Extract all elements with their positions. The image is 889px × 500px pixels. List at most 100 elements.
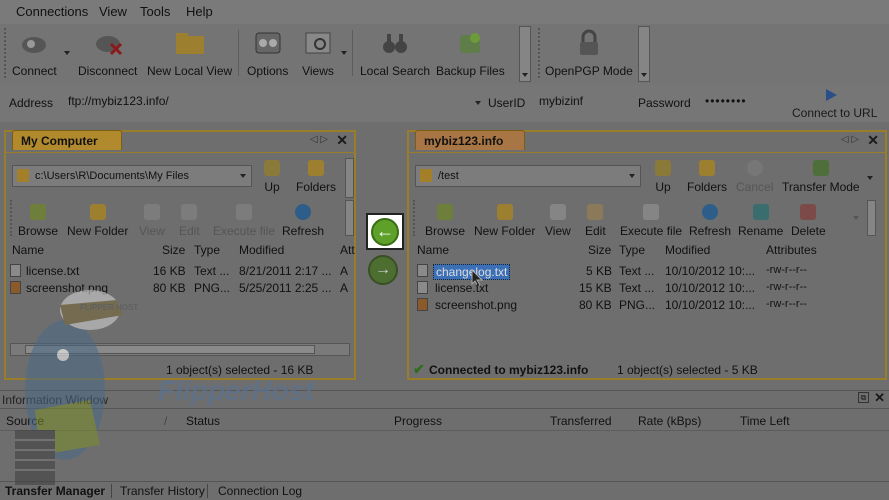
edit-icon xyxy=(181,204,198,220)
connect-label: Connect xyxy=(12,64,57,78)
transfer-mode-dropdown-icon[interactable] xyxy=(867,176,873,180)
remote-folders-button[interactable]: Folders xyxy=(687,160,727,194)
column-type[interactable]: Type xyxy=(194,243,220,257)
remote-delete-button[interactable]: Delete xyxy=(791,204,826,238)
remote-file-list: Name Size Type Modified Attributes chang… xyxy=(409,243,885,363)
column-type[interactable]: Type xyxy=(619,243,645,257)
file-row[interactable]: license.txt 15 KB Text ... 10/10/2012 10… xyxy=(409,280,885,297)
rename-icon xyxy=(752,204,769,220)
local-search-button[interactable]: Local Search xyxy=(360,28,430,78)
toolbar-overflow[interactable] xyxy=(345,200,354,236)
close-panel-icon[interactable]: ✕ xyxy=(867,132,879,149)
arrow-right-icon: → xyxy=(375,261,391,278)
address-input[interactable]: ftp://mybiz123.info/ xyxy=(68,94,169,108)
toolbar-overflow[interactable] xyxy=(345,158,354,198)
tab-remote-site[interactable]: mybiz123.info xyxy=(415,130,525,150)
disconnect-button[interactable]: Disconnect xyxy=(78,28,137,78)
connect-to-url-button[interactable]: Connect to URL xyxy=(790,86,878,120)
column-name[interactable]: Name xyxy=(417,243,449,257)
connect-dropdown-icon[interactable] xyxy=(64,51,70,55)
menu-view[interactable]: View xyxy=(99,4,127,19)
connection-status: Connected to mybiz123.info xyxy=(429,363,589,377)
local-path-select[interactable]: c:\Users\R\Documents\My Files xyxy=(12,165,252,187)
remote-execute-button[interactable]: Execute file xyxy=(620,204,682,238)
openpgp-mode-button[interactable]: OpenPGP Mode xyxy=(545,28,633,78)
column-time-left[interactable]: Time Left xyxy=(740,414,790,428)
local-execute-button[interactable]: Execute file xyxy=(213,204,275,238)
remote-refresh-button[interactable]: Refresh xyxy=(689,204,731,238)
column-size[interactable]: Size xyxy=(588,243,611,257)
toolbar-overflow-button[interactable] xyxy=(519,26,531,82)
column-modified[interactable]: Modified xyxy=(239,243,284,257)
connect-icon xyxy=(17,28,51,58)
column-size[interactable]: Size xyxy=(162,243,185,257)
userid-input[interactable]: mybizinf xyxy=(539,94,583,108)
download-button[interactable]: ← xyxy=(366,213,404,250)
transfer-mode-button[interactable]: Transfer Mode xyxy=(782,160,860,194)
remote-up-button[interactable]: Up xyxy=(655,160,671,194)
local-folders-button[interactable]: Folders xyxy=(296,160,336,194)
close-icon[interactable]: ✕ xyxy=(874,390,885,406)
panel-nav-arrows[interactable]: ◁ ▷ xyxy=(310,134,328,145)
views-label: Views xyxy=(302,64,334,78)
password-input[interactable]: •••••••• xyxy=(705,94,747,108)
menu-help[interactable]: Help xyxy=(186,4,213,19)
refresh-icon xyxy=(702,204,719,220)
folders-icon xyxy=(308,160,324,176)
folder-icon xyxy=(173,28,207,58)
remote-path-select[interactable]: /test xyxy=(415,165,641,187)
menu-connections[interactable]: Connections xyxy=(16,4,88,19)
local-view-button[interactable]: View xyxy=(139,204,165,238)
column-attributes[interactable]: Attributes xyxy=(766,243,817,257)
remote-edit-button[interactable]: Edit xyxy=(585,204,606,238)
remote-view-button[interactable]: View xyxy=(545,204,571,238)
lock-icon xyxy=(572,28,606,58)
options-icon xyxy=(251,28,285,58)
menu-tools[interactable]: Tools xyxy=(140,4,170,19)
column-name[interactable]: Name xyxy=(12,243,44,257)
address-dropdown-icon[interactable] xyxy=(475,101,481,105)
local-up-button[interactable]: Up xyxy=(264,160,280,194)
column-progress[interactable]: Progress xyxy=(394,414,442,428)
local-edit-button[interactable]: Edit xyxy=(179,204,200,238)
local-browse-button[interactable]: Browse xyxy=(18,204,58,238)
file-row[interactable]: screenshot.png 80 KB PNG... 10/10/2012 1… xyxy=(409,297,885,314)
connect-button[interactable]: Connect xyxy=(12,28,57,78)
panel-nav-arrows[interactable]: ◁ ▷ xyxy=(841,134,859,145)
column-rate[interactable]: Rate (kBps) xyxy=(638,414,701,428)
remote-new-folder-button[interactable]: New Folder xyxy=(474,204,535,238)
restore-icon[interactable]: ⧉ xyxy=(858,392,869,403)
local-new-folder-button[interactable]: New Folder xyxy=(67,204,128,238)
column-status[interactable]: Status xyxy=(186,414,220,428)
remote-browse-button[interactable]: Browse xyxy=(425,204,465,238)
column-transferred[interactable]: Transferred xyxy=(550,414,612,428)
userid-label: UserID xyxy=(488,96,526,110)
remote-rename-button[interactable]: Rename xyxy=(738,204,783,238)
image-file-icon xyxy=(417,298,428,311)
arrow-left-icon: ← xyxy=(371,217,399,246)
views-dropdown-icon[interactable] xyxy=(341,51,347,55)
options-button[interactable]: Options xyxy=(247,28,288,78)
backup-files-button[interactable]: Backup Files xyxy=(436,28,505,78)
tab-connection-log[interactable]: Connection Log xyxy=(207,484,302,498)
new-local-view-button[interactable]: New Local View xyxy=(147,28,232,78)
close-panel-icon[interactable]: ✕ xyxy=(336,132,348,149)
column-modified[interactable]: Modified xyxy=(665,243,710,257)
view-icon xyxy=(143,204,160,220)
toolbar-overflow-button-2[interactable] xyxy=(638,26,650,82)
column-attributes[interactable]: Att xyxy=(340,243,355,257)
toolbar-overflow[interactable] xyxy=(867,200,876,236)
more-actions-dropdown-icon[interactable] xyxy=(853,216,859,220)
cancel-button[interactable]: Cancel xyxy=(736,160,773,194)
checkmark-icon: ✔ xyxy=(413,361,425,377)
upload-button[interactable]: → xyxy=(368,255,398,285)
svg-text:FLIPPER HOST: FLIPPER HOST xyxy=(80,303,138,312)
local-refresh-button[interactable]: Refresh xyxy=(282,204,324,238)
views-button[interactable]: Views xyxy=(301,28,335,78)
tab-my-computer[interactable]: My Computer xyxy=(12,130,122,150)
password-label: Password xyxy=(638,96,691,110)
column-sort-indicator: / xyxy=(164,414,168,428)
main-toolbar: Connect Disconnect New Local View Option… xyxy=(0,24,889,84)
edit-icon xyxy=(587,204,604,220)
file-row-selected[interactable]: changelog.txt 5 KB Text ... 10/10/2012 1… xyxy=(409,263,885,287)
